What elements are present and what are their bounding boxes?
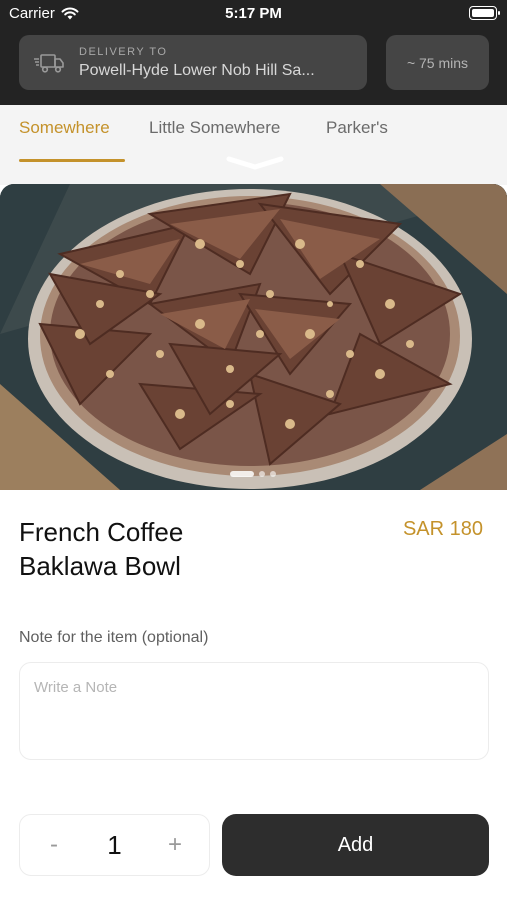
pager-dot[interactable] — [270, 471, 276, 477]
store-tabs: Somewhere Little Somewhere Parker's — [0, 105, 507, 185]
sheet-grabber-chevron-icon[interactable] — [226, 155, 284, 171]
quantity-stepper: - 1 + — [19, 814, 210, 876]
top-header: Carrier 5:17 PM DELIVERY TO Powell-Hyde … — [0, 0, 507, 105]
pager-dot[interactable] — [259, 471, 265, 477]
tab-little-somewhere[interactable]: Little Somewhere — [149, 118, 280, 138]
status-bar: Carrier 5:17 PM — [0, 0, 507, 28]
product-image[interactable] — [0, 184, 507, 490]
battery-icon — [469, 6, 500, 20]
note-input[interactable] — [19, 662, 489, 760]
product-title-line: Baklawa Bowl — [19, 551, 181, 581]
delivery-address-selector[interactable]: DELIVERY TO Powell-Hyde Lower Nob Hill S… — [19, 35, 367, 90]
increment-button[interactable]: + — [163, 831, 187, 859]
delivery-truck-icon — [34, 53, 64, 73]
decrement-button[interactable]: - — [42, 831, 66, 859]
active-tab-indicator — [19, 159, 125, 162]
delivery-eta[interactable]: ~ 75 mins — [386, 35, 489, 90]
image-pager[interactable] — [230, 471, 276, 477]
quantity-value: 1 — [107, 829, 122, 860]
product-title: French Coffee Baklawa Bowl — [19, 515, 319, 583]
tab-somewhere[interactable]: Somewhere — [19, 118, 110, 138]
tab-parkers[interactable]: Parker's — [326, 118, 388, 138]
product-photo-illustration — [0, 184, 507, 490]
delivery-label: DELIVERY TO — [79, 45, 168, 58]
product-price: SAR 180 — [402, 518, 483, 540]
add-to-cart-button[interactable]: Add — [222, 814, 489, 876]
product-title-line: French Coffee — [19, 517, 184, 547]
pager-dot[interactable] — [230, 471, 254, 477]
note-label: Note for the item (optional) — [19, 629, 209, 646]
clock: 5:17 PM — [225, 5, 282, 22]
delivery-address: Powell-Hyde Lower Nob Hill Sa... — [79, 61, 315, 79]
